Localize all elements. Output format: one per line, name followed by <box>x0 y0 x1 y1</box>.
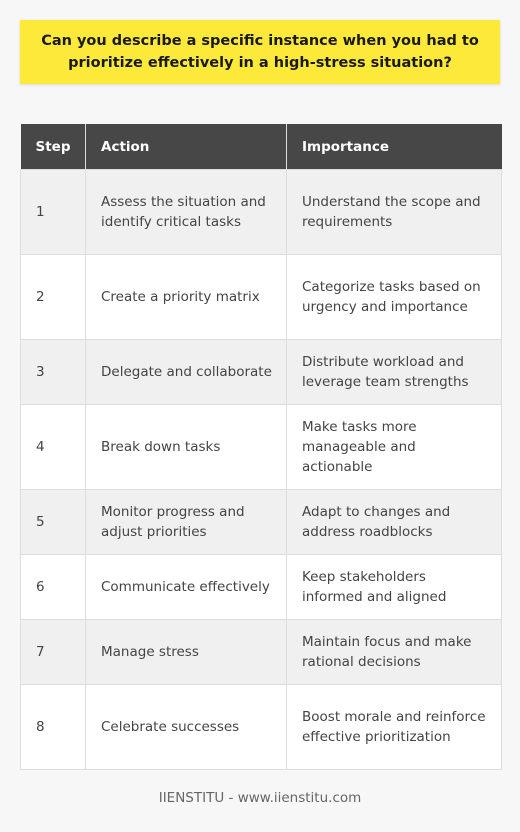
column-header-importance: Importance <box>286 124 502 170</box>
step-cell: 3 <box>20 339 86 405</box>
importance-cell: Categorize tasks based on urgency and im… <box>286 254 502 340</box>
table-row: 7 Manage stress Maintain focus and make … <box>20 619 502 685</box>
importance-cell: Understand the scope and requirements <box>286 169 502 255</box>
step-cell: 2 <box>20 254 86 340</box>
step-cell: 5 <box>20 489 86 555</box>
action-cell: Break down tasks <box>85 404 287 490</box>
table-row: 4 Break down tasks Make tasks more manag… <box>20 404 502 490</box>
table-row: 8 Celebrate successes Boost morale and r… <box>20 684 502 770</box>
importance-cell: Boost morale and reinforce effective pri… <box>286 684 502 770</box>
importance-cell: Maintain focus and make rational decisio… <box>286 619 502 685</box>
step-cell: 1 <box>20 169 86 255</box>
table-row: 3 Delegate and collaborate Distribute wo… <box>20 339 502 405</box>
step-cell: 6 <box>20 554 86 620</box>
action-cell: Monitor progress and adjust priorities <box>85 489 287 555</box>
action-cell: Create a priority matrix <box>85 254 287 340</box>
table-header-row: Step Action Importance <box>20 124 502 170</box>
importance-cell: Make tasks more manageable and actionabl… <box>286 404 502 490</box>
page-title: Can you describe a specific instance whe… <box>41 33 479 71</box>
title-banner: Can you describe a specific instance whe… <box>20 20 500 84</box>
step-cell: 4 <box>20 404 86 490</box>
step-cell: 8 <box>20 684 86 770</box>
column-header-action: Action <box>85 124 287 170</box>
importance-cell: Keep stakeholders informed and aligned <box>286 554 502 620</box>
step-cell: 7 <box>20 619 86 685</box>
importance-cell: Distribute workload and leverage team st… <box>286 339 502 405</box>
table-row: 1 Assess the situation and identify crit… <box>20 169 502 255</box>
footer-credit: IIENSTITU - www.iienstitu.com <box>158 790 362 806</box>
table-row: 5 Monitor progress and adjust priorities… <box>20 489 502 555</box>
action-cell: Celebrate successes <box>85 684 287 770</box>
action-cell: Communicate effectively <box>85 554 287 620</box>
action-cell: Delegate and collaborate <box>85 339 287 405</box>
action-cell: Assess the situation and identify critic… <box>85 169 287 255</box>
importance-cell: Adapt to changes and address roadblocks <box>286 489 502 555</box>
steps-table: Step Action Importance 1 Assess the situ… <box>20 124 502 770</box>
column-header-step: Step <box>20 124 86 170</box>
table-row: 2 Create a priority matrix Categorize ta… <box>20 254 502 340</box>
action-cell: Manage stress <box>85 619 287 685</box>
table-row: 6 Communicate effectively Keep stakehold… <box>20 554 502 620</box>
